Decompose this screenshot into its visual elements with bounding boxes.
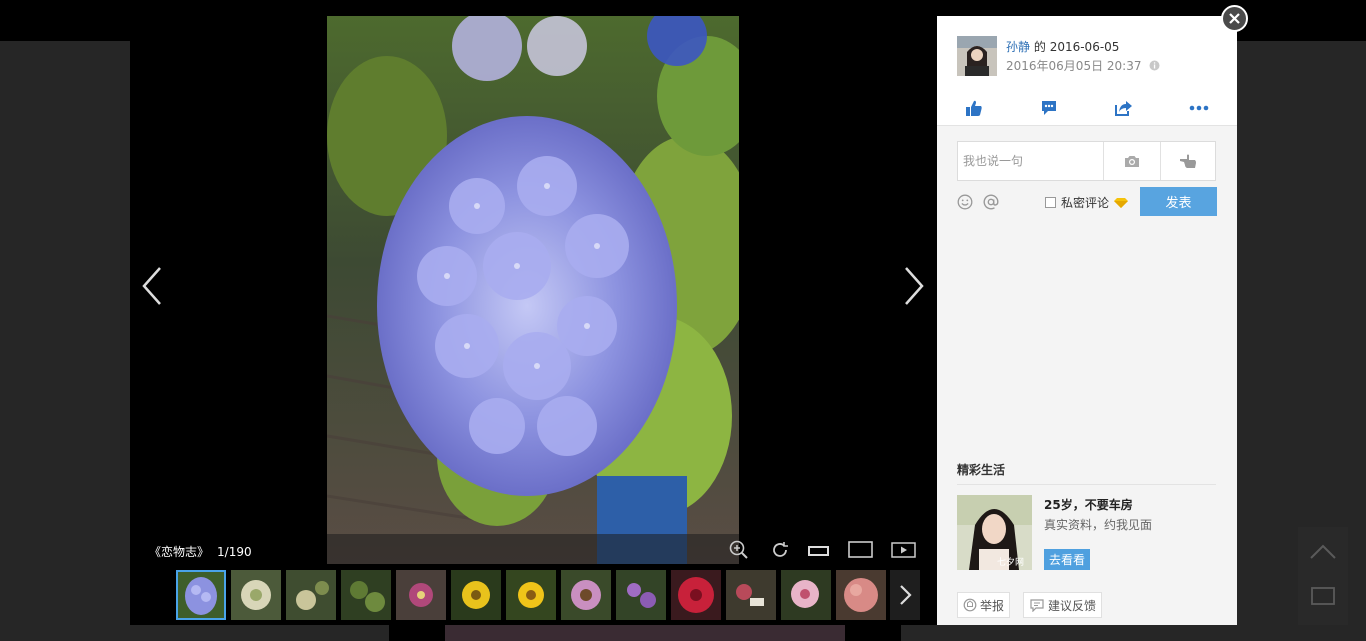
fit-size-icon[interactable] — [808, 540, 830, 560]
report-button[interactable]: 举报 — [957, 592, 1011, 618]
author-connector: 的 — [1033, 40, 1046, 54]
thumbnail[interactable] — [231, 570, 281, 620]
post-timestamp-line: 2016年06月05日 20:37 — [1006, 57, 1160, 74]
private-comment-toggle[interactable]: 私密评论 — [1045, 194, 1129, 211]
close-icon[interactable] — [1221, 5, 1248, 32]
photo-counter: 1/190 — [217, 545, 252, 559]
divider — [1103, 142, 1104, 180]
report-label: 举报 — [980, 598, 1005, 613]
diamond-icon — [1114, 197, 1129, 208]
divider — [957, 484, 1216, 485]
post-header: 孙静 的 2016-06-05 2016年06月05日 20:37 — [937, 16, 1237, 126]
thumbnail[interactable] — [561, 570, 611, 620]
report-icon — [963, 598, 977, 612]
rotate-icon[interactable] — [769, 540, 791, 560]
thumbnail-strip — [176, 570, 886, 620]
album-title[interactable]: 《恋物志》 — [149, 545, 209, 559]
thumbnail[interactable] — [286, 570, 336, 620]
thumbnail[interactable] — [396, 570, 446, 620]
zoom-in-icon[interactable] — [728, 540, 750, 560]
thumbnail[interactable] — [836, 570, 886, 620]
thumbnail[interactable] — [781, 570, 831, 620]
thumbnail[interactable] — [176, 570, 226, 620]
thumbnail[interactable] — [341, 570, 391, 620]
side-widget — [1298, 527, 1348, 625]
previous-photo-arrow[interactable] — [138, 264, 168, 308]
comment-input[interactable] — [958, 142, 1113, 180]
ad-title[interactable]: 25岁，不要车房 — [1044, 496, 1133, 513]
feedback-icon — [1030, 599, 1044, 612]
more-icon[interactable] — [1187, 98, 1211, 118]
private-comment-label: 私密评论 — [1061, 196, 1110, 210]
comment-icon[interactable] — [1037, 98, 1061, 118]
thumbnail-next-icon[interactable] — [890, 570, 920, 620]
post-author-line: 孙静 的 2016-06-05 — [1006, 38, 1119, 55]
album-info: 《恋物志》 1/190 — [149, 543, 252, 560]
feedback-label: 建议反馈 — [1048, 598, 1097, 613]
private-checkbox[interactable] — [1045, 197, 1056, 208]
thumbnail[interactable] — [506, 570, 556, 620]
info-panel: 孙静 的 2016-06-05 2016年06月05日 20:37 我也说一句 … — [937, 16, 1237, 625]
post-timestamp: 2016年06月05日 20:37 — [1006, 59, 1142, 73]
emoji-icon[interactable] — [957, 194, 973, 210]
slideshow-icon[interactable] — [891, 540, 917, 560]
mention-icon[interactable] — [983, 194, 999, 210]
feedback-button[interactable]: 建议反馈 — [1023, 592, 1103, 618]
divider — [1160, 142, 1161, 180]
next-photo-arrow[interactable] — [898, 264, 928, 308]
submit-comment-button[interactable]: 发表 — [1140, 187, 1217, 216]
gesture-icon[interactable] — [1177, 151, 1199, 171]
camera-icon[interactable] — [1121, 151, 1143, 171]
back-to-top-icon[interactable] — [1298, 527, 1348, 572]
post-date: 2016-06-05 — [1049, 40, 1120, 54]
background-banner — [445, 625, 845, 641]
ad-image[interactable]: 七夕网 — [957, 495, 1032, 570]
thumbnail[interactable] — [671, 570, 721, 620]
thumbnail[interactable] — [451, 570, 501, 620]
like-icon[interactable] — [962, 98, 986, 118]
thumbnail[interactable] — [726, 570, 776, 620]
user-name-link[interactable]: 孙静 — [1006, 40, 1030, 54]
photo-toolbar-shade — [327, 534, 739, 564]
photo-viewer: 《恋物志》 1/190 — [130, 16, 937, 625]
ad-description: 真实资料，约我见面 — [1044, 518, 1153, 532]
avatar[interactable] — [957, 36, 997, 76]
info-icon[interactable] — [1149, 60, 1160, 71]
thumbnail[interactable] — [616, 570, 666, 620]
feedback-box-icon[interactable] — [1298, 572, 1348, 617]
original-size-icon[interactable] — [847, 540, 875, 560]
comment-box — [957, 141, 1216, 181]
main-photo[interactable] — [327, 16, 739, 564]
share-icon[interactable] — [1112, 98, 1136, 118]
ad-visit-button[interactable]: 去看看 — [1044, 549, 1090, 570]
ad-watermark: 七夕网 — [997, 556, 1024, 567]
section-title: 精彩生活 — [957, 463, 1006, 477]
